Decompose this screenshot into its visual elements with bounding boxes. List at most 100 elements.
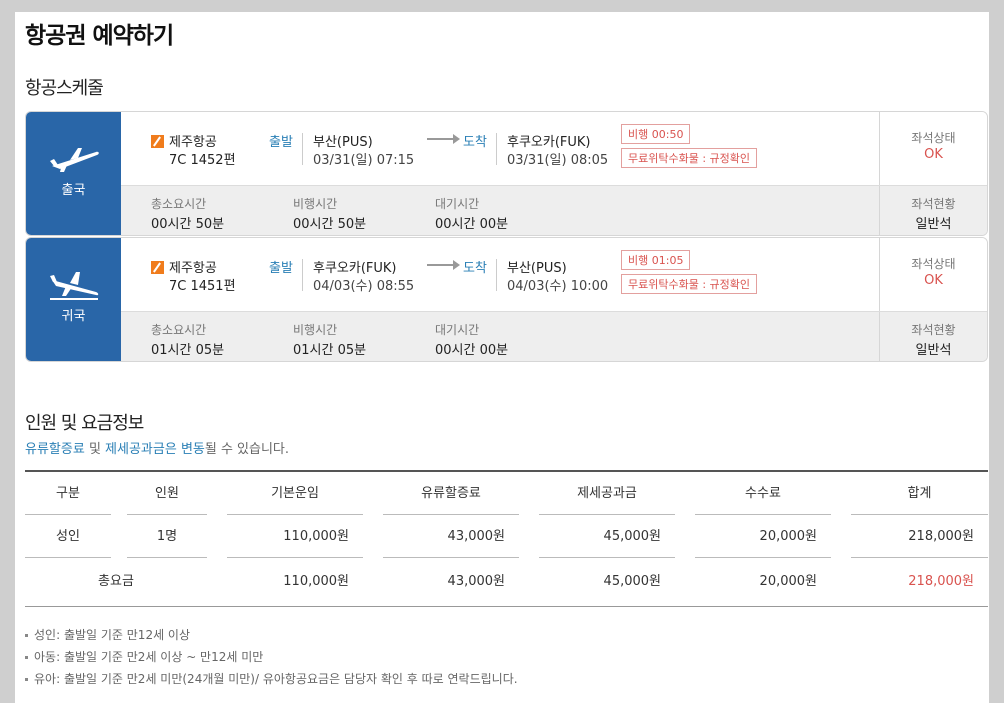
table-header-row: 구분 인원 기본운임 유류할증료 제세공과금 수수료 합계 (25, 472, 988, 515)
cell-type: 성인 (25, 515, 111, 558)
divider (302, 259, 303, 291)
airline-name: 제주항공 (169, 261, 217, 276)
wait-time-value: 00시간 00분 (435, 217, 509, 232)
cell-fuel: 43,000원 (383, 515, 519, 558)
arrow-right-icon (427, 260, 460, 270)
table-bottom-border (25, 606, 988, 607)
seat-class: 좌석현황 일반석 (879, 186, 987, 235)
leg-times: 총소요시간 01시간 05분 비행시간 01시간 05분 대기시간 00시간 0… (121, 311, 987, 361)
cell-tax: 45,000원 (539, 515, 675, 558)
flight-duration-tag: 비행 01:05 (621, 250, 691, 270)
badge-label: 귀국 (61, 309, 86, 324)
wait-time-label: 대기시간 (435, 197, 480, 211)
flight-time-label: 비행시간 (293, 197, 338, 211)
flight-time-value: 01시간 05분 (293, 343, 367, 358)
notice-text: 될 수 있습니다. (204, 442, 290, 457)
total-time-label: 총소요시간 (151, 323, 207, 337)
cell-count: 1명 (127, 515, 207, 558)
badge-label: 출국 (61, 183, 86, 198)
airplane-takeoff-icon (50, 148, 99, 172)
seat-status-value: OK (924, 147, 943, 162)
divider (496, 133, 497, 165)
departure-time: 03/31(일) 07:15 (313, 153, 415, 168)
total-fee: 20,000원 (759, 574, 817, 589)
departure-label: 출발 (269, 261, 293, 276)
leg-return: 귀국 제주항공 7C 1451편 출발 후쿠오카(FUK) 04/03(수) 0… (25, 237, 988, 362)
total-label: 총요금 (98, 574, 134, 589)
fare-notes: 성인: 출발일 기준 만12세 이상 아동: 출발일 기준 만2세 이상 ~ 만… (25, 624, 518, 690)
col-header-sum: 합계 (851, 472, 988, 515)
bullet-icon (25, 656, 28, 659)
divider (496, 259, 497, 291)
seat-class-value: 일반석 (915, 343, 952, 358)
col-header-type: 구분 (25, 472, 111, 515)
note-item: 유아: 출발일 기준 만2세 미만(24개월 미만)/ 유아항공요금은 담당자 … (25, 668, 518, 690)
col-header-tax: 제세공과금 (539, 472, 675, 515)
airline-logo-icon (151, 261, 164, 274)
flight-time-label: 비행시간 (293, 323, 338, 337)
cell-sum: 218,000원 (851, 515, 988, 558)
seat-status-value: OK (924, 273, 943, 288)
total-base: 110,000원 (283, 574, 349, 589)
departure-city: 부산(PUS) (313, 135, 373, 150)
leg-times: 총소요시간 00시간 50분 비행시간 00시간 50분 대기시간 00시간 0… (121, 185, 987, 235)
bullet-icon (25, 634, 28, 637)
departure-label: 출발 (269, 135, 293, 150)
departure-city: 후쿠오카(FUK) (313, 261, 397, 276)
airline-logo-icon (151, 135, 164, 148)
col-header-count: 인원 (127, 472, 207, 515)
leg-outbound: 출국 제주항공 7C 1452편 출발 부산(PUS) 03/31(일) 07:… (25, 111, 988, 236)
notice-highlight: 유류할증료 (25, 442, 85, 457)
page-title: 항공권 예약하기 (25, 23, 174, 49)
arrival-label: 도착 (463, 135, 487, 150)
flight-duration-tag: 비행 00:50 (621, 124, 691, 144)
schedule-title: 항공스케줄 (25, 78, 104, 99)
flight-number: 7C 1452편 (169, 153, 236, 168)
note-item: 아동: 출발일 기준 만2세 이상 ~ 만12세 미만 (25, 646, 518, 668)
arrival-label: 도착 (463, 261, 487, 276)
baggage-rule-link[interactable]: 무료위탁수화물 : 규정확인 (621, 274, 758, 294)
total-tax: 45,000원 (603, 574, 661, 589)
table-row: 성인 1명 110,000원 43,000원 45,000원 20,000원 2… (25, 515, 988, 558)
fare-table: 구분 인원 기본운임 유류할증료 제세공과금 수수료 합계 성인 1명 110,… (25, 470, 988, 607)
seat-status: 좌석상태 OK (879, 238, 987, 311)
fare-notice: 유류할증료 및 제세공과금은 변동될 수 있습니다. (25, 438, 289, 457)
seat-status-label: 좌석상태 (911, 131, 956, 145)
total-time-label: 총소요시간 (151, 197, 207, 211)
notice-text: 및 (84, 442, 106, 457)
cell-fee: 20,000원 (695, 515, 831, 558)
arrival-city: 부산(PUS) (507, 261, 567, 276)
airplane-landing-icon (50, 272, 99, 300)
baggage-rule-link[interactable]: 무료위탁수화물 : 규정확인 (621, 148, 758, 168)
wait-time-label: 대기시간 (435, 323, 480, 337)
divider (302, 133, 303, 165)
flight-time-value: 00시간 50분 (293, 217, 367, 232)
seat-status-label: 좌석상태 (911, 257, 956, 271)
return-badge: 귀국 (26, 238, 121, 361)
leg-detail: 제주항공 7C 1452편 출발 부산(PUS) 03/31(일) 07:15 … (121, 112, 987, 185)
flight-schedule: 출국 제주항공 7C 1452편 출발 부산(PUS) 03/31(일) 07:… (25, 111, 988, 363)
leg-detail: 제주항공 7C 1451편 출발 후쿠오카(FUK) 04/03(수) 08:5… (121, 238, 987, 311)
bullet-icon (25, 678, 28, 681)
arrival-time: 04/03(수) 10:00 (507, 279, 609, 294)
col-header-base: 기본운임 (227, 472, 363, 515)
arrow-right-icon (427, 134, 460, 144)
table-total-row: 총요금 110,000원 43,000원 45,000원 20,000원 218… (25, 558, 988, 606)
departure-time: 04/03(수) 08:55 (313, 279, 415, 294)
total-fuel: 43,000원 (447, 574, 505, 589)
total-sum: 218,000원 (908, 574, 974, 589)
outbound-badge: 출국 (26, 112, 121, 235)
note-item: 성인: 출발일 기준 만12세 이상 (25, 624, 518, 646)
total-time-value: 01시간 05분 (151, 343, 225, 358)
wait-time-value: 00시간 00분 (435, 343, 509, 358)
airline-name: 제주항공 (169, 135, 217, 150)
seat-status: 좌석상태 OK (879, 112, 987, 185)
notice-highlight: 제세공과금은 변동 (105, 442, 205, 457)
cell-base: 110,000원 (227, 515, 363, 558)
col-header-fuel: 유류할증료 (383, 472, 519, 515)
booking-page: 항공권 예약하기 항공스케줄 출국 제주항공 7C 1452편 출발 부산(PU… (15, 12, 989, 703)
arrival-city: 후쿠오카(FUK) (507, 135, 591, 150)
seat-class-label: 좌석현황 (911, 197, 956, 211)
seat-class-label: 좌석현황 (911, 323, 956, 337)
arrival-time: 03/31(일) 08:05 (507, 153, 609, 168)
